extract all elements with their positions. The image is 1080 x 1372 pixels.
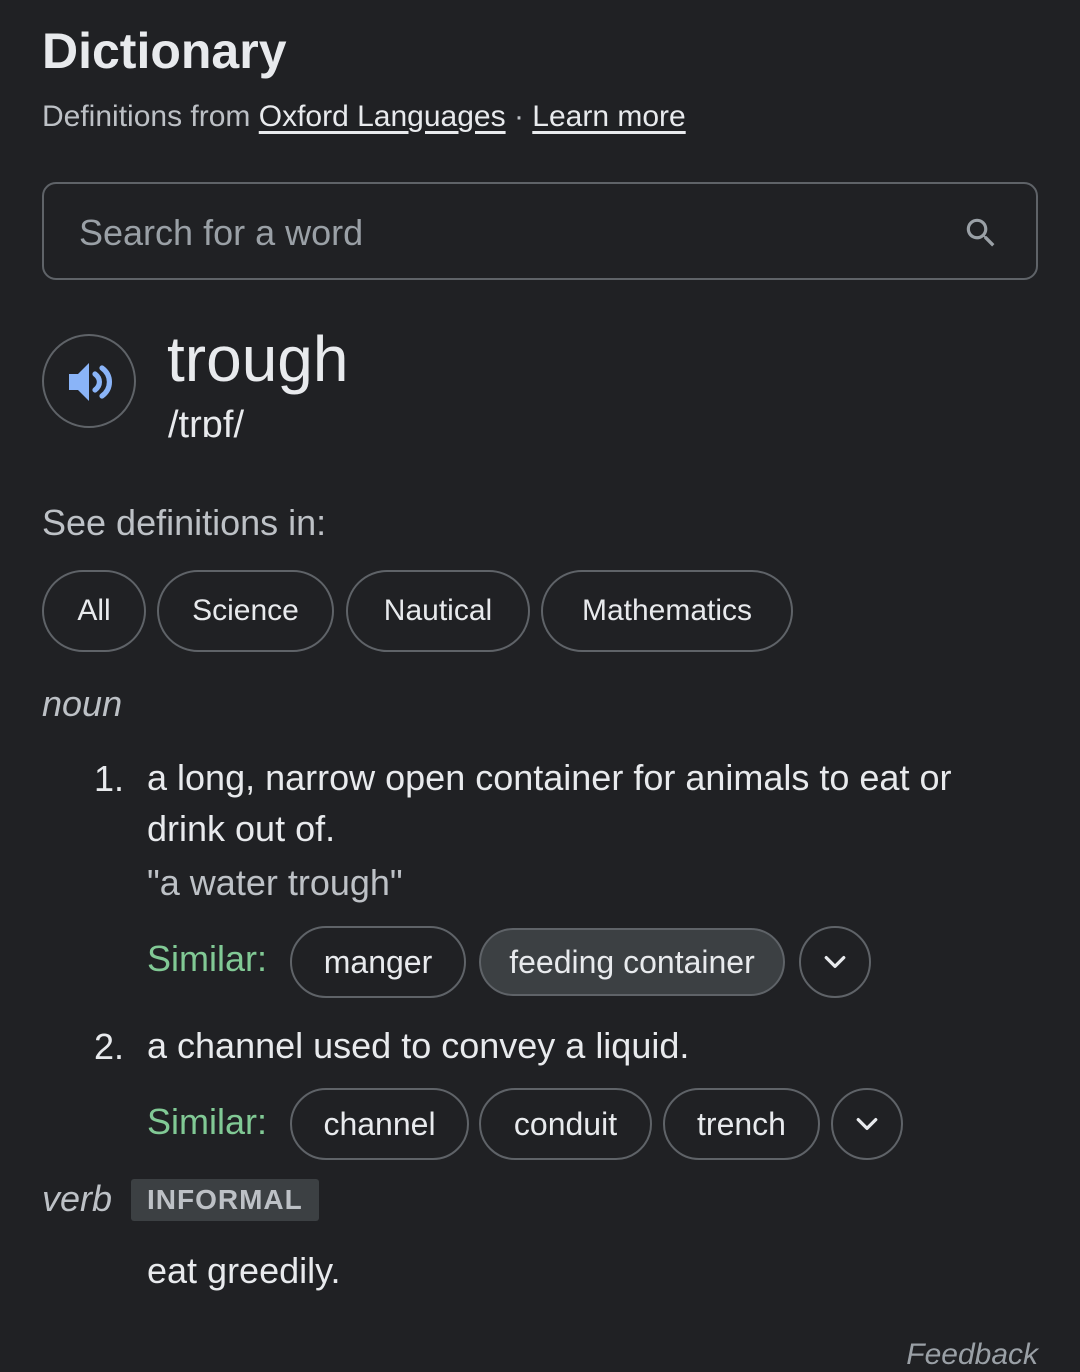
speaker-icon — [69, 363, 113, 401]
similar-chip-manger[interactable]: manger — [290, 926, 466, 998]
pronunciation-audio-button[interactable] — [42, 334, 136, 428]
expand-similar-1-button[interactable] — [799, 926, 871, 998]
definition-1-line-1: a long, narrow open container for animal… — [147, 757, 952, 798]
similar-chip-channel[interactable]: channel — [290, 1088, 469, 1160]
page-title: Dictionary — [42, 23, 287, 79]
sense-number-2: 2. — [94, 1026, 125, 1067]
search-input[interactable] — [77, 208, 941, 258]
similar-chip-conduit[interactable]: conduit — [479, 1088, 652, 1160]
chevron-down-icon — [824, 956, 846, 968]
search-icon[interactable] — [962, 214, 1000, 252]
definition-2: a channel used to convey a liquid. — [147, 1025, 690, 1066]
separator: · — [513, 100, 524, 133]
oxford-languages-link[interactable]: Oxford Languages — [259, 100, 506, 133]
similar-chip-trench[interactable]: trench — [663, 1088, 820, 1160]
source-prefix: Definitions from — [42, 100, 251, 133]
chip-all[interactable]: All — [42, 570, 146, 652]
sense-number-1: 1. — [94, 758, 125, 799]
register-badge: INFORMAL — [131, 1179, 319, 1221]
similar-label-2: Similar: — [147, 1101, 268, 1142]
feedback-link[interactable]: Feedback — [906, 1338, 1038, 1372]
source-line: Definitions from Oxford Languages · Lear… — [42, 100, 686, 134]
chip-nautical[interactable]: Nautical — [346, 570, 530, 652]
part-of-speech-verb: verb — [42, 1178, 113, 1219]
search-box[interactable] — [42, 182, 1038, 280]
similar-label-1: Similar: — [147, 938, 268, 979]
see-definitions-label: See definitions in: — [42, 502, 327, 543]
chip-mathematics[interactable]: Mathematics — [541, 570, 793, 652]
expand-similar-2-button[interactable] — [831, 1088, 903, 1160]
example-1: "a water trough" — [147, 862, 403, 903]
verb-definition: eat greedily. — [147, 1250, 341, 1291]
part-of-speech-noun: noun — [42, 683, 123, 724]
definition-1-line-2: drink out of. — [147, 808, 336, 849]
similar-chip-feeding-container[interactable]: feeding container — [477, 926, 787, 998]
learn-more-link[interactable]: Learn more — [532, 100, 685, 133]
phonetic-spelling: /trɒf/ — [168, 404, 245, 446]
headword: trough — [167, 323, 349, 395]
chip-science[interactable]: Science — [157, 570, 334, 652]
chevron-down-icon — [856, 1118, 878, 1130]
